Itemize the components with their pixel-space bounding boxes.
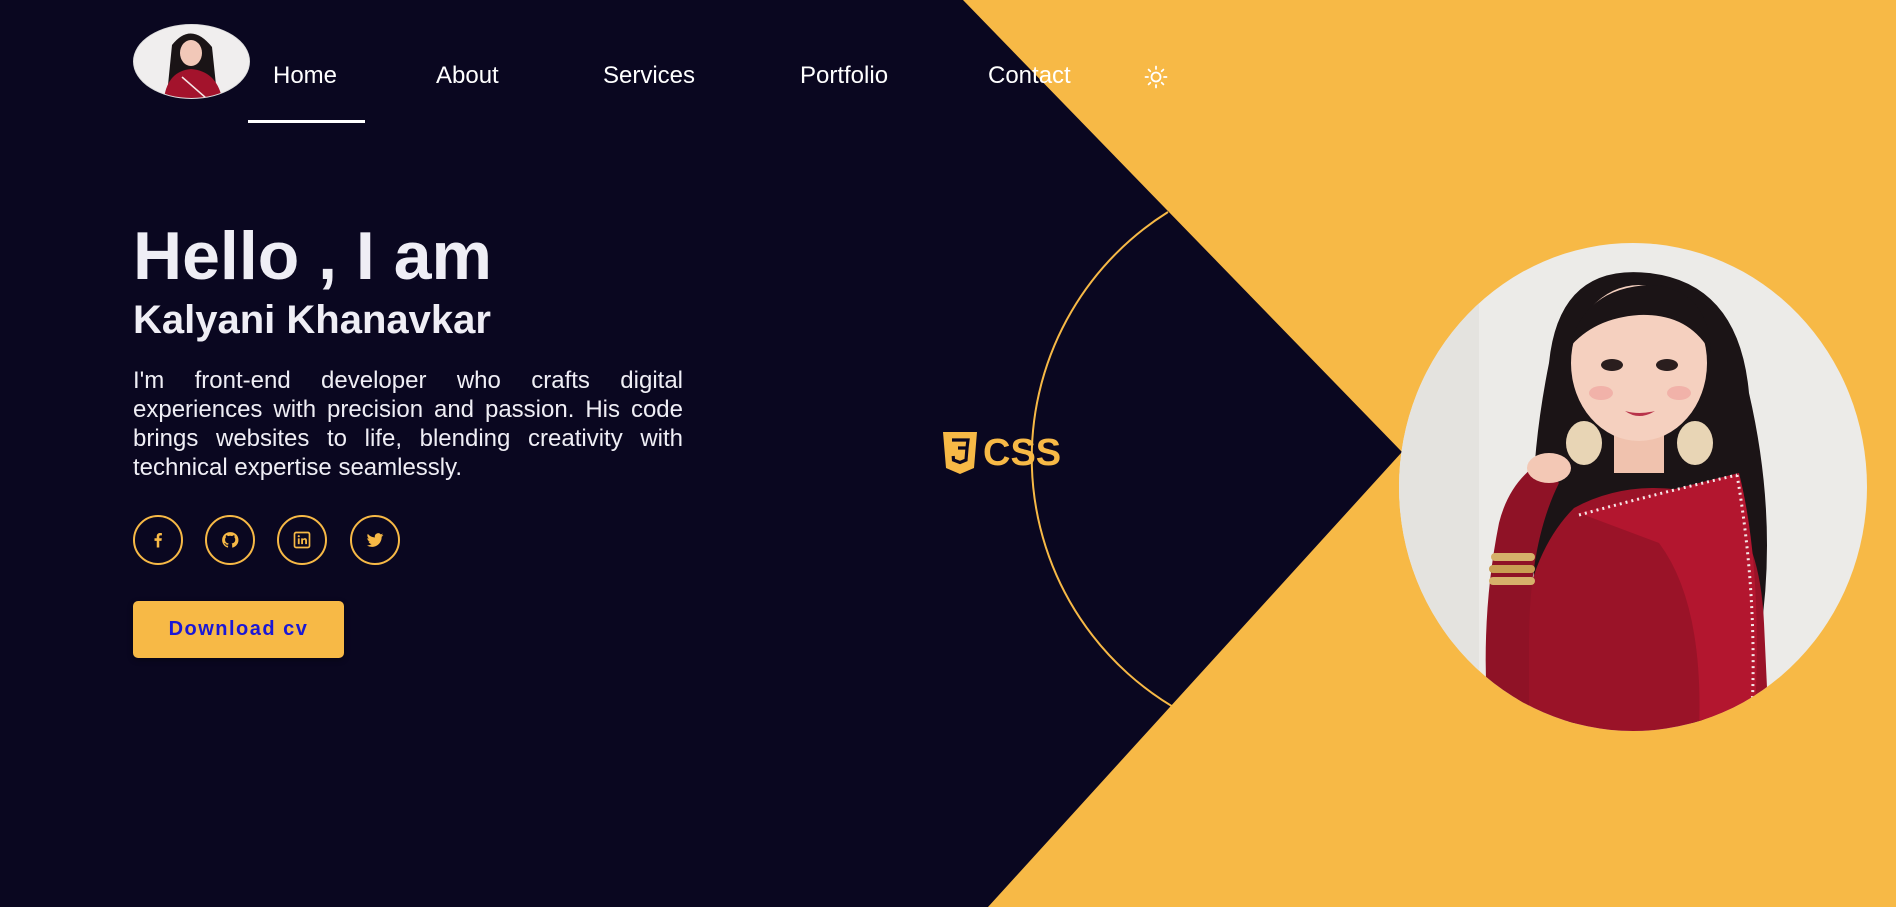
twitter-icon	[366, 533, 384, 547]
hero-bio: I'm front-end developer who crafts digit…	[133, 367, 683, 481]
avatar-logo-icon	[134, 25, 249, 98]
nav-link-portfolio[interactable]: Portfolio	[800, 62, 888, 90]
github-link[interactable]	[205, 515, 255, 565]
nav-logo-avatar[interactable]	[133, 24, 250, 99]
active-nav-indicator	[248, 120, 365, 123]
css3-icon	[943, 432, 977, 474]
linkedin-icon	[293, 531, 311, 549]
facebook-icon	[154, 533, 162, 548]
twitter-link[interactable]	[350, 515, 400, 565]
download-cv-button[interactable]: Download cv	[133, 601, 344, 658]
hero-name: Kalyani Khanavkar	[133, 298, 491, 342]
theme-toggle-button[interactable]	[1144, 65, 1168, 89]
nav-link-about[interactable]: About	[436, 62, 499, 90]
nav-link-home[interactable]: Home	[273, 62, 337, 90]
nav-link-services[interactable]: Services	[603, 62, 695, 90]
github-icon	[222, 532, 239, 548]
linkedin-link[interactable]	[277, 515, 327, 565]
facebook-link[interactable]	[133, 515, 183, 565]
hero-greeting: Hello , I am	[133, 218, 492, 294]
sun-icon	[1144, 65, 1168, 89]
portrait-image	[1399, 243, 1867, 731]
portrait-illustration-icon	[1399, 243, 1867, 731]
nav-link-contact[interactable]: Contact	[988, 62, 1071, 90]
css-skill-badge: CSS	[941, 431, 1061, 475]
css-label: CSS	[983, 431, 1062, 474]
